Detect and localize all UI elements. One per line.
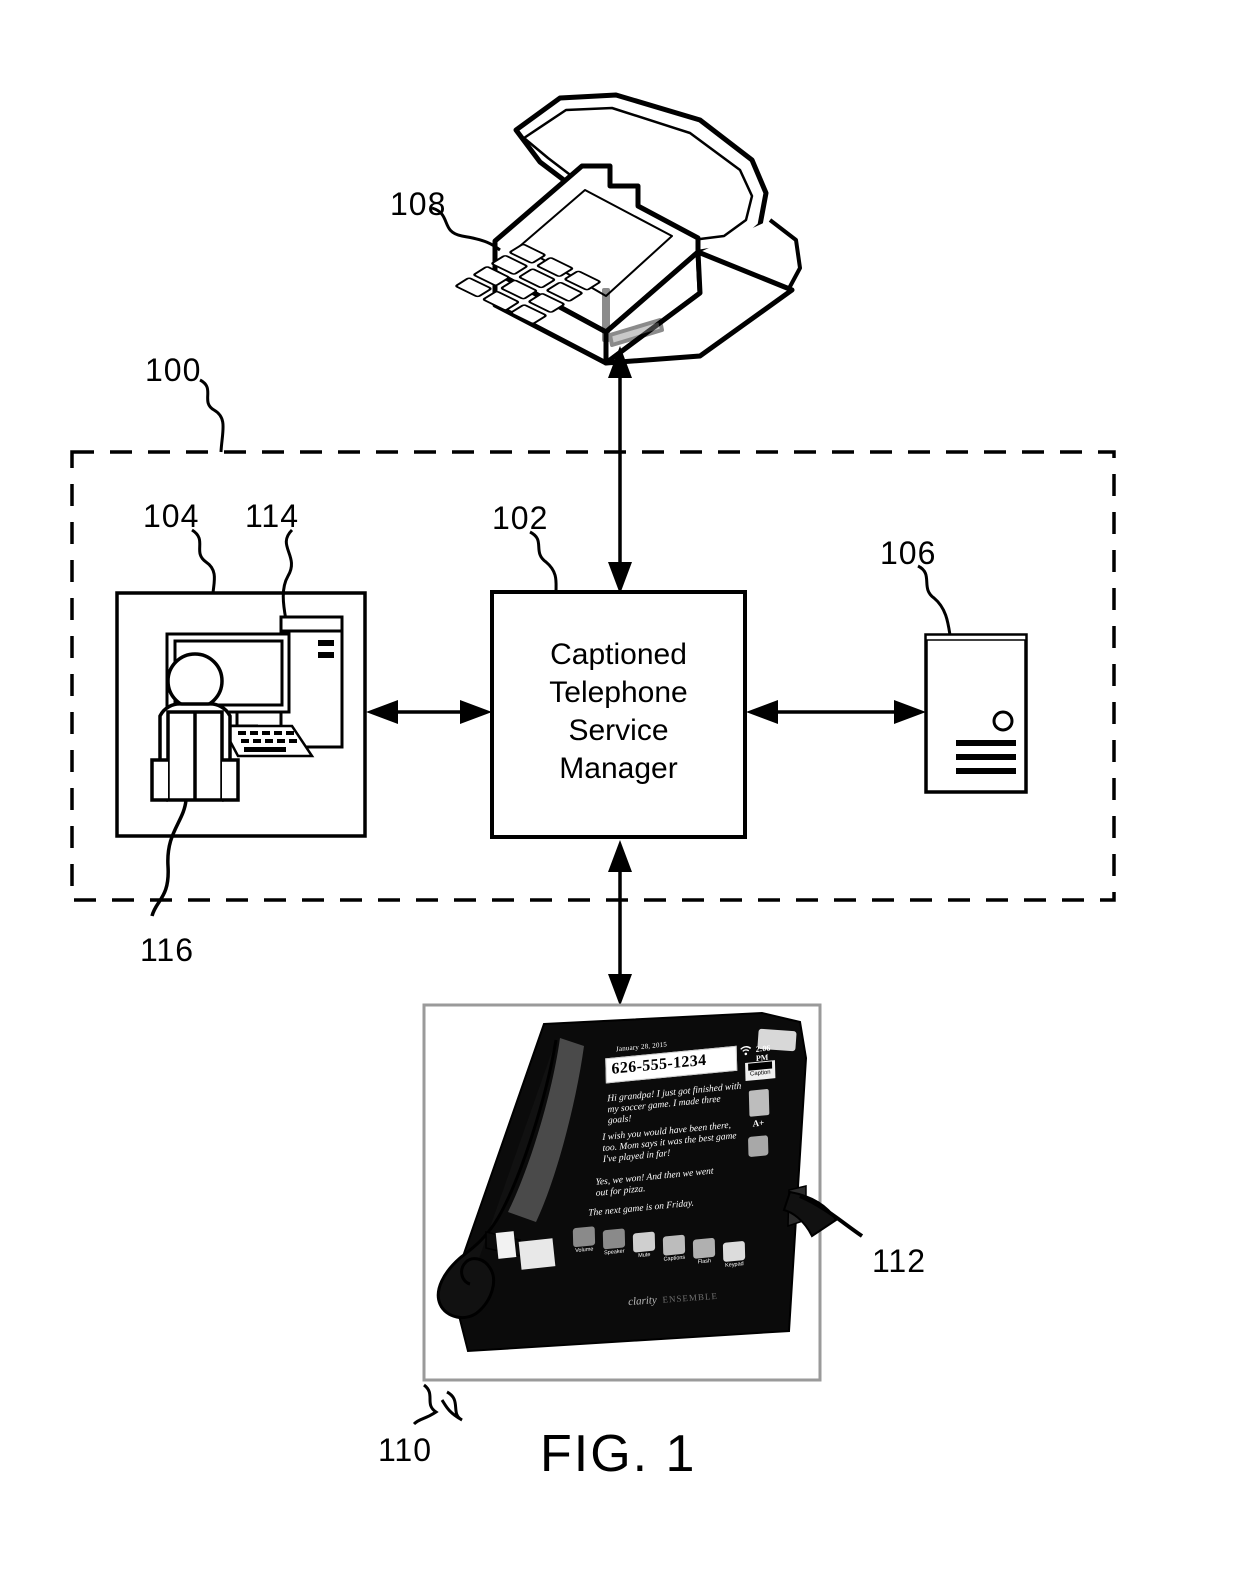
phone-button[interactable]: Mute: [632, 1231, 656, 1259]
font-size-label: A+: [752, 1117, 765, 1129]
phone-button[interactable]: Flash: [692, 1237, 716, 1266]
refnum-114: 114: [245, 498, 300, 534]
service-manager-label: Captioned Telephone Service Manager: [549, 638, 688, 785]
phone-brand-name: clarity: [627, 1294, 658, 1309]
volume-icon: [572, 1226, 596, 1248]
server-box: [924, 633, 1028, 794]
phone-number-value: 626-555-1234: [611, 1051, 707, 1078]
phone-button[interactable]: Captions: [662, 1234, 686, 1263]
leader-104: [191, 528, 216, 594]
captioned-telephone-device: [436, 1011, 864, 1353]
caption-line-3: Yes, we won! And then we went out for pi…: [595, 1166, 714, 1199]
refnum-112: 112: [872, 1243, 927, 1279]
refnum-116: 116: [140, 932, 195, 968]
refnum-106: 106: [880, 535, 937, 571]
wifi-icon: [740, 1045, 752, 1056]
refnum-108: 108: [390, 186, 447, 222]
refnum-104: 104: [143, 498, 200, 534]
phone-screen: January 28, 2015 626-555-1234 2:06 PM Ca…: [572, 1030, 781, 1269]
refnum-100: 100: [145, 352, 202, 388]
caption-badge-label: Caption: [749, 1069, 771, 1078]
refnum-110: 110: [378, 1432, 433, 1468]
leader-110-b: [412, 1383, 439, 1426]
caption-badge[interactable]: Caption: [745, 1060, 776, 1082]
leader-102: [529, 530, 558, 593]
connection-far-end-phone-to-manager: [608, 346, 632, 594]
font-size-button[interactable]: [748, 1088, 770, 1117]
mute-icon: [632, 1231, 656, 1253]
caption-line-2: I wish you would have been there, too. M…: [602, 1120, 737, 1166]
refnum-102: 102: [492, 500, 549, 536]
phone-label-plate-2: [518, 1238, 556, 1270]
leader-106: [917, 564, 952, 636]
phone-button-label: Speaker: [604, 1248, 625, 1257]
keypad-icon: [722, 1240, 746, 1263]
connection-manager-to-server: [746, 700, 926, 724]
patent-figure-1: 108 100 104 114 102 106 116 112 110 Capt…: [0, 0, 1240, 1573]
volume-dial-button[interactable]: [748, 1135, 769, 1158]
connection-workstation-to-manager: [366, 700, 492, 724]
speaker-icon: [602, 1228, 626, 1250]
phone-button[interactable]: Volume: [572, 1226, 596, 1254]
connection-manager-to-captioned-phone: [608, 840, 632, 1006]
phone-button[interactable]: Keypad: [722, 1240, 746, 1269]
phone-button[interactable]: Speaker: [602, 1228, 626, 1257]
figure-title: FIG. 1: [540, 1425, 697, 1483]
flash-icon: [692, 1237, 716, 1259]
far-end-telephone: [492, 92, 802, 366]
leader-100: [199, 378, 225, 453]
phone-label-plate: [495, 1231, 517, 1259]
leader-110: [440, 1390, 463, 1422]
captions-icon: [662, 1234, 686, 1256]
